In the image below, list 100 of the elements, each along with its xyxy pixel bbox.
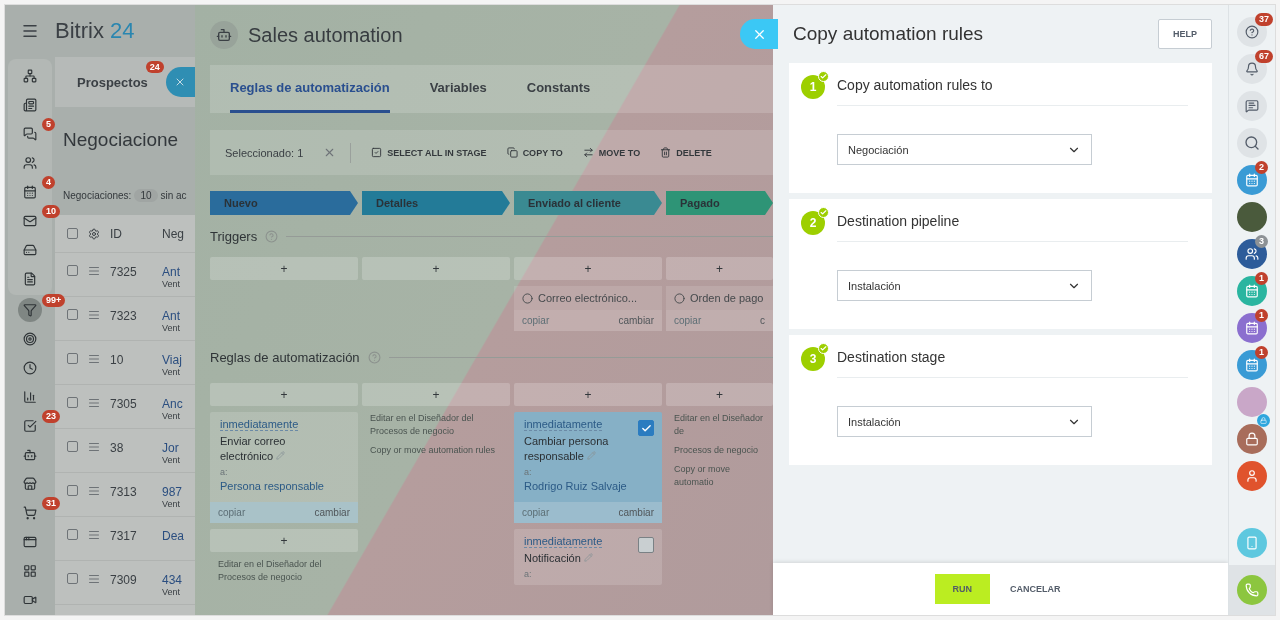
sidebar-button[interactable]: [1237, 165, 1267, 195]
sidebar-button[interactable]: [1237, 350, 1267, 380]
deal-link[interactable]: Ant: [162, 309, 181, 323]
drag-handle-icon[interactable]: [88, 441, 100, 453]
panel-title: Copy automation rules: [793, 23, 984, 45]
sidebar-button[interactable]: [1237, 461, 1267, 491]
add-button[interactable]: +: [362, 383, 510, 406]
checkbox[interactable]: [638, 537, 654, 553]
checkbox[interactable]: [67, 573, 78, 584]
table-cell-text: 7325: [110, 265, 138, 279]
toolbar-button[interactable]: SELECT ALL IN STAGE: [371, 147, 487, 158]
table-cell: Vent: [162, 455, 181, 465]
close-button[interactable]: [165, 67, 195, 97]
select-field[interactable]: Negociación: [837, 134, 1092, 165]
toolbar-button[interactable]: DELETE: [660, 147, 712, 158]
recipient-label: a:: [220, 467, 229, 477]
stage-header: Detalles: [362, 191, 510, 215]
drag-handle-icon[interactable]: [88, 485, 100, 497]
checkbox[interactable]: [67, 353, 78, 364]
checkbox[interactable]: [638, 420, 654, 436]
nav-item[interactable]: [18, 298, 42, 322]
recipient-link[interactable]: Persona responsable: [220, 480, 348, 492]
deal-link[interactable]: Viaj: [162, 353, 182, 367]
drive-icon: [23, 243, 37, 257]
copy-link[interactable]: copiar: [218, 507, 246, 518]
drag-handle-icon[interactable]: [88, 353, 100, 365]
select-field[interactable]: Instalación: [837, 270, 1092, 301]
drag-handle-icon[interactable]: [88, 529, 100, 541]
add-button[interactable]: +: [210, 257, 358, 280]
add-button[interactable]: +: [666, 257, 773, 280]
rule-card[interactable]: inmediatamente Enviar correo electrónico a: Persona responsable copiar cambiar: [210, 412, 358, 523]
checkbox[interactable]: [67, 529, 78, 540]
column-header: ID: [110, 226, 123, 241]
change-link[interactable]: cambiar: [314, 507, 350, 518]
deal-link[interactable]: 987: [162, 485, 183, 499]
checkbox[interactable]: [67, 485, 78, 496]
rule-card[interactable]: inmediatamente Cambiar persona responsable a: Rodrigo Ruiz Salvaje copiar cambiar: [514, 412, 662, 523]
lock-icon: [1245, 432, 1259, 446]
drag-handle-icon[interactable]: [88, 573, 100, 585]
checkbox[interactable]: [67, 265, 78, 276]
checkbox[interactable]: [67, 228, 78, 239]
sidebar-button[interactable]: [1237, 128, 1267, 158]
sidebar-button[interactable]: [1237, 91, 1267, 121]
sidebar-button[interactable]: [1237, 424, 1267, 454]
avatar-photo-placeholder[interactable]: [1237, 202, 1267, 232]
deal-link[interactable]: Dea: [162, 529, 184, 543]
sidebar-button[interactable]: [1237, 276, 1267, 306]
call-button[interactable]: [1237, 575, 1267, 605]
count-badge: 31: [42, 497, 60, 510]
sidebar-button[interactable]: [1237, 313, 1267, 343]
add-button[interactable]: +: [210, 529, 358, 552]
add-button[interactable]: +: [362, 257, 510, 280]
checkbox[interactable]: [67, 441, 78, 452]
checkbox[interactable]: [67, 309, 78, 320]
settings-icon[interactable]: [88, 227, 100, 240]
deal-link[interactable]: Ant: [162, 265, 181, 279]
add-button[interactable]: +: [514, 383, 662, 406]
step-title: Copy automation rules to: [837, 75, 1188, 106]
drag-handle-icon[interactable]: [88, 265, 100, 277]
counter-label: Negociaciones:: [63, 189, 132, 201]
add-button[interactable]: +: [514, 257, 662, 280]
sidebar-button[interactable]: [1237, 17, 1267, 47]
delay-link[interactable]: inmediatamente: [524, 535, 603, 548]
recipient-link[interactable]: Rodrigo Ruiz Salvaje: [524, 480, 652, 492]
deal-link[interactable]: Jor: [162, 441, 181, 455]
checkbox[interactable]: [67, 397, 78, 408]
menu-icon[interactable]: [21, 22, 39, 40]
copy-link[interactable]: copiar: [522, 507, 550, 518]
tab[interactable]: Variables: [429, 65, 487, 113]
phone-icon: [1245, 583, 1259, 597]
table-cell-text: 38: [110, 441, 125, 455]
select-field[interactable]: Instalación: [837, 406, 1092, 437]
deal-link[interactable]: 434: [162, 573, 183, 587]
delay-link[interactable]: inmediatamente: [220, 418, 299, 431]
deal-link[interactable]: Anc: [162, 397, 183, 411]
toolbar-button[interactable]: MOVE TO: [582, 147, 641, 158]
help-button[interactable]: HELP: [1158, 19, 1212, 49]
change-link[interactable]: cambiar: [618, 315, 654, 326]
add-button[interactable]: +: [666, 383, 773, 406]
sidebar-button[interactable]: [1237, 54, 1267, 84]
sidebar-button[interactable]: [1237, 239, 1267, 269]
change-link[interactable]: c: [760, 315, 765, 326]
tab[interactable]: Constants: [526, 65, 591, 113]
drag-handle-icon[interactable]: [88, 309, 100, 321]
chat-icon: [23, 127, 37, 141]
delay-link[interactable]: inmediatamente: [524, 418, 603, 431]
column-header: Neg: [162, 226, 184, 241]
add-button[interactable]: +: [210, 383, 358, 406]
drag-handle-icon[interactable]: [88, 397, 100, 409]
change-link[interactable]: cambiar: [618, 507, 654, 518]
table-cell-text: 7309: [110, 573, 138, 587]
tab[interactable]: Reglas de automatización: [230, 65, 390, 113]
trigger-title: Orden de pago: [666, 286, 773, 310]
calendar-icon: [1245, 284, 1259, 298]
rule-card[interactable]: inmediatamente Notificación a:: [514, 529, 662, 585]
group-icon: [1245, 247, 1259, 261]
toolbar-button[interactable]: COPY TO: [506, 147, 563, 158]
run-button[interactable]: RUN: [934, 574, 990, 604]
cancel-button[interactable]: CANCELAR: [1004, 583, 1067, 595]
bell-icon: [1245, 62, 1259, 76]
